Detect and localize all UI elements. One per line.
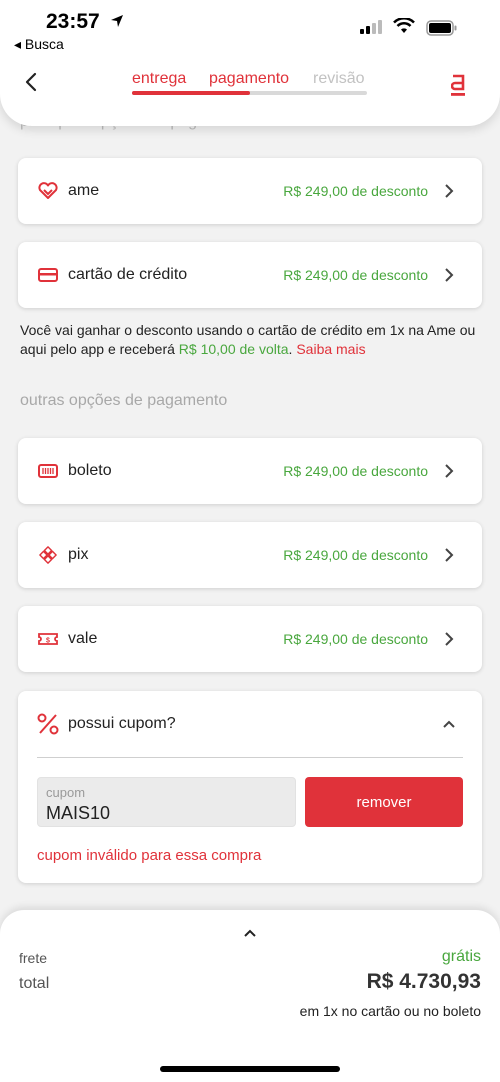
- payment-option-label: vale: [68, 630, 98, 647]
- credit-card-icon: [38, 268, 58, 282]
- signal-icon: [360, 20, 382, 34]
- installment-info: em 1x no cartão ou no boleto: [299, 1003, 481, 1019]
- coupon-title: possui cupom?: [68, 715, 176, 732]
- location-arrow-icon: [111, 15, 123, 27]
- coupon-input-value: MAIS10: [46, 803, 111, 823]
- ame-heart-icon: [38, 182, 58, 199]
- status-time: 23:57: [46, 10, 100, 33]
- payment-discount: R$ 249,00 de desconto: [283, 463, 428, 479]
- other-methods-heading: outras opções de pagamento: [20, 392, 228, 409]
- discount-info-text: Você vai ganhar o desconto usando o cart…: [20, 321, 480, 359]
- chevron-right-icon: [445, 268, 454, 282]
- payment-option-pix[interactable]: pix R$ 249,00 de desconto: [18, 522, 482, 588]
- divider: [37, 757, 463, 758]
- step-revisao: revisão: [313, 70, 365, 87]
- payment-option-credit-card[interactable]: cartão de crédito R$ 249,00 de desconto: [18, 242, 482, 308]
- americanas-logo-icon: [451, 74, 465, 96]
- payment-option-label: boleto: [68, 462, 112, 479]
- back-icon[interactable]: [20, 70, 44, 94]
- wifi-icon: [393, 18, 415, 33]
- payment-discount: R$ 249,00 de desconto: [283, 267, 428, 283]
- shipping-label: frete: [19, 950, 48, 966]
- coupon-toggle[interactable]: possui cupom?: [18, 691, 482, 757]
- chevron-right-icon: [445, 184, 454, 198]
- coupon-input-label: cupom: [46, 785, 86, 800]
- remove-coupon-button[interactable]: remover: [305, 777, 463, 827]
- chevron-right-icon: [445, 632, 454, 646]
- percent-icon: [37, 713, 59, 735]
- shipping-value: grátis: [441, 948, 481, 965]
- order-summary-footer: frete grátis total R$ 4.730,93 em 1x no …: [0, 910, 500, 1082]
- payment-discount: R$ 249,00 de desconto: [283, 547, 428, 563]
- chevron-up-icon[interactable]: [243, 928, 257, 938]
- back-to-app-link[interactable]: ◂ Busca: [14, 36, 64, 53]
- chevron-up-icon: [443, 720, 455, 728]
- checkout-progress-bar: [132, 91, 367, 95]
- status-bar: 23:57 ◂ Busca: [0, 8, 500, 52]
- svg-text:$: $: [46, 638, 50, 645]
- chevron-right-icon: [445, 464, 454, 478]
- payment-option-label: ame: [68, 182, 100, 199]
- header: 23:57 ◂ Busca entrega pagamento revisão: [0, 0, 500, 126]
- step-entrega[interactable]: entrega: [132, 70, 186, 88]
- barcode-icon: [38, 464, 58, 478]
- total-label: total: [19, 975, 50, 992]
- home-indicator: [160, 1066, 340, 1072]
- payment-option-label: cartão de crédito: [68, 266, 188, 283]
- step-pagamento[interactable]: pagamento: [209, 70, 289, 88]
- coupon-panel: possui cupom? cupom MAIS10 remover cupom…: [18, 691, 482, 883]
- payment-discount: R$ 249,00 de desconto: [283, 631, 428, 647]
- payment-option-label: pix: [68, 546, 89, 563]
- learn-more-link[interactable]: Saiba mais: [296, 341, 365, 357]
- cashback-amount: R$ 10,00 de volta: [178, 341, 289, 357]
- payment-option-vale[interactable]: $ vale R$ 249,00 de desconto: [18, 606, 482, 672]
- pix-icon: [39, 546, 57, 564]
- battery-icon: [426, 20, 457, 36]
- total-value: R$ 4.730,93: [366, 970, 481, 993]
- payment-discount: R$ 249,00 de desconto: [283, 183, 428, 199]
- checkout-progress-fill: [132, 91, 250, 95]
- voucher-icon: $: [38, 633, 58, 645]
- chevron-right-icon: [445, 548, 454, 562]
- payment-option-ame[interactable]: ame R$ 249,00 de desconto: [18, 158, 482, 224]
- payment-option-boleto[interactable]: boleto R$ 249,00 de desconto: [18, 438, 482, 504]
- coupon-error-message: cupom inválido para essa compra: [37, 847, 262, 864]
- coupon-input[interactable]: cupom MAIS10: [37, 777, 296, 827]
